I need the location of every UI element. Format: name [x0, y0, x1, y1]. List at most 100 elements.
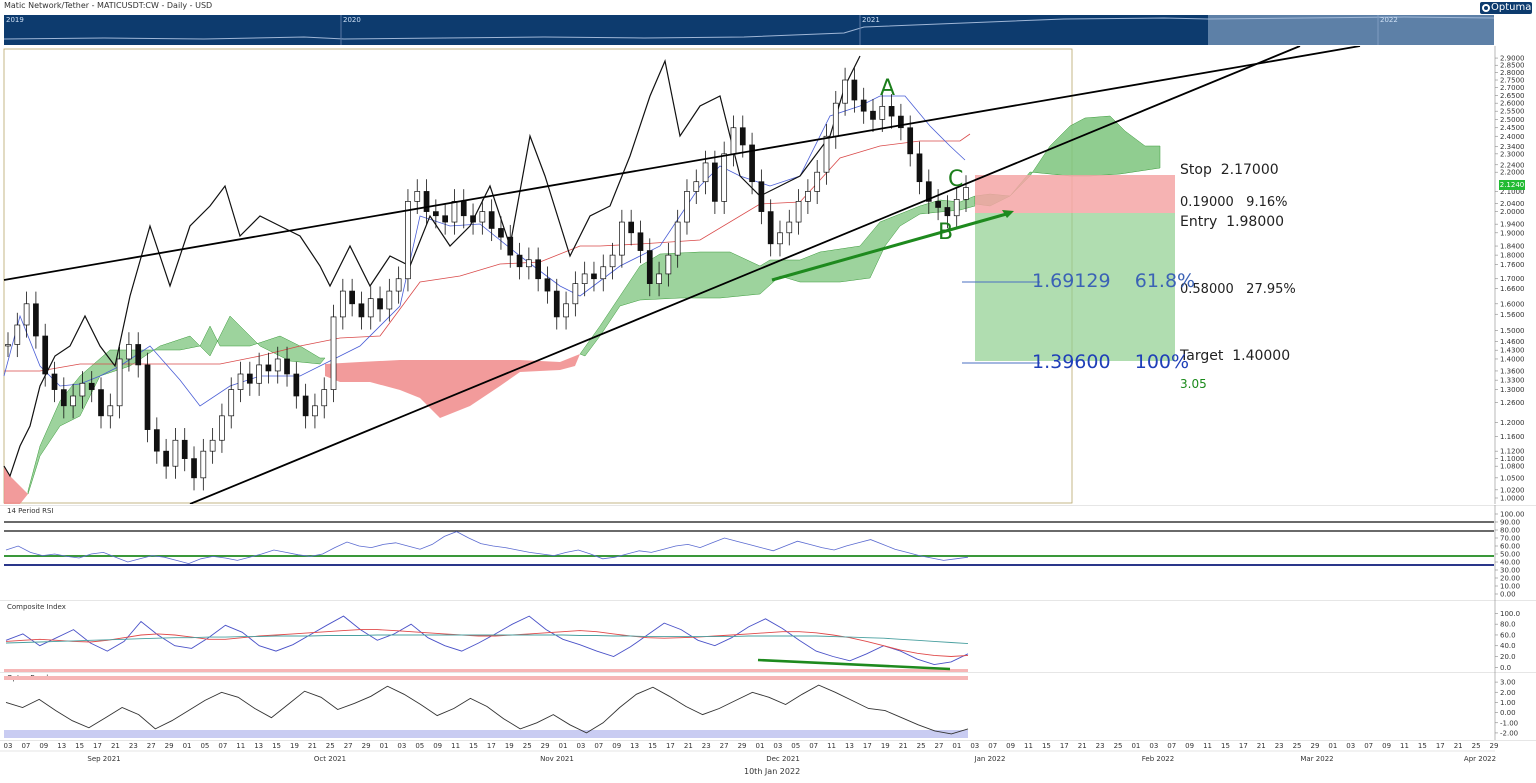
time-tick-label: 23	[702, 742, 711, 750]
time-tick-label: 13	[57, 742, 66, 750]
time-tick-label: 01	[559, 742, 568, 750]
candle-body	[553, 290, 560, 318]
time-month-label: Dec 2021	[766, 755, 800, 763]
candle-body	[274, 358, 281, 372]
candle-body	[870, 110, 876, 120]
candle-body	[916, 153, 923, 183]
optex-bands-pane[interactable]: 3.00 2.00 1.00 0.00 -1.00 -2.00	[0, 672, 1536, 740]
time-tick-label: 03	[970, 742, 979, 750]
candle-body	[628, 221, 635, 234]
risk-percent: 9.16%	[1246, 195, 1288, 210]
wave-label-a: A	[880, 76, 896, 101]
candle-body	[395, 278, 402, 292]
optex-tick-label: 3.00	[1500, 679, 1516, 687]
price-tick-label: 1.8000	[1500, 252, 1525, 260]
price-tick-label: 1.4600	[1500, 338, 1525, 346]
price-tick-label: 1.3300	[1500, 377, 1525, 385]
time-tick-label: 03	[1346, 742, 1355, 750]
time-tick-label: 07	[594, 742, 603, 750]
time-tick-label: 29	[541, 742, 550, 750]
time-tick-label: 01	[1131, 742, 1140, 750]
time-tick-label: 01	[380, 742, 389, 750]
stop-loss-zone	[975, 175, 1175, 213]
time-tick-label: 09	[612, 742, 621, 750]
time-tick-label: 01	[755, 742, 764, 750]
optuma-logo-icon	[1482, 4, 1490, 12]
price-tick-label: 1.9000	[1500, 229, 1525, 237]
time-tick-label: 11	[236, 742, 245, 750]
composite-tick-label: 100.0	[1500, 610, 1520, 618]
candle-body	[739, 127, 746, 146]
time-tick-label: 05	[791, 742, 800, 750]
time-tick-label: 07	[21, 742, 30, 750]
reward-risk-ratio: 3.05	[1180, 377, 1207, 391]
candle-body	[79, 382, 86, 397]
price-tick-label: 1.0800	[1500, 463, 1525, 471]
rsi-pane[interactable]: 100.0090.0080.0070.0060.0050.0040.0030.0…	[0, 505, 1536, 600]
candle-body	[730, 127, 737, 155]
composite-index-pane[interactable]: 100.0 80.0 60.0 40.0 20.0 0.0	[0, 600, 1536, 672]
candle-body	[414, 191, 421, 202]
candle-body	[963, 187, 969, 200]
time-tick-label: 07	[809, 742, 818, 750]
entry-value: 1.98000	[1226, 214, 1285, 230]
candle-body	[246, 373, 253, 384]
time-tick-label: 03	[4, 742, 13, 750]
time-tick-label: 11	[1203, 742, 1212, 750]
candle-body	[498, 228, 504, 238]
price-tick-label: 2.5500	[1500, 108, 1525, 116]
candle-body	[637, 232, 644, 251]
candle-body	[712, 162, 718, 202]
price-tick-label: 2.3000	[1500, 150, 1525, 158]
candle-body	[470, 215, 476, 223]
overview-navigator[interactable]: 2019 2020 2021 2022	[4, 15, 1494, 45]
time-tick-label: 21	[308, 742, 317, 750]
optex-tick-label: 0.00	[1500, 709, 1516, 717]
time-tick-label: 19	[505, 742, 514, 750]
candle-body	[181, 439, 188, 459]
composite-tick-label: 20.0	[1500, 653, 1516, 661]
optex-tick-label: 1.00	[1500, 699, 1516, 707]
time-tick-label: 09	[1006, 742, 1015, 750]
price-tick-label: 1.0000	[1500, 495, 1525, 503]
candle-body	[451, 201, 458, 223]
price-tick-label: 2.5000	[1500, 116, 1525, 124]
time-tick-label: 13	[254, 742, 263, 750]
price-tick-label: 1.9400	[1500, 221, 1525, 229]
time-tick-label: 29	[738, 742, 747, 750]
time-tick-label: 17	[666, 742, 675, 750]
entry-annotation: Entry 1.98000	[1180, 214, 1284, 230]
candle-body	[646, 250, 653, 284]
time-tick-label: 15	[75, 742, 84, 750]
price-chart[interactable]: 2.90002.85002.80002.75002.70002.65002.60…	[0, 46, 1536, 504]
time-tick-label: 15	[469, 742, 478, 750]
time-tick-label: 25	[326, 742, 335, 750]
time-tick-label: 07	[1167, 742, 1176, 750]
overview-selection-window[interactable]	[1208, 15, 1494, 45]
time-tick-label: 21	[899, 742, 908, 750]
candle-body	[851, 79, 858, 101]
composite-divergence-line	[757, 658, 951, 671]
time-tick-label: 09	[39, 742, 48, 750]
time-month-label: Oct 2021	[314, 755, 346, 763]
candle-body	[823, 135, 830, 173]
time-tick-label: 29	[362, 742, 371, 750]
fib-618-percent: 61.8%	[1134, 270, 1196, 292]
time-tick-label: 09	[1185, 742, 1194, 750]
time-tick-label: 17	[487, 742, 496, 750]
candle-body	[42, 335, 49, 375]
price-tick-label: 1.4300	[1500, 347, 1525, 355]
candle-body	[107, 405, 114, 417]
candle-body	[330, 316, 337, 390]
candle-body	[209, 439, 216, 452]
candle-body	[312, 405, 318, 417]
fib-618-annotation: 1.69129 61.8%	[1032, 270, 1195, 292]
composite-tick-label: 80.0	[1500, 621, 1516, 629]
candle-body	[60, 389, 67, 407]
time-axis[interactable]: 03 07 09 13 15 17 21 23 27 29 01 05 07 11 13 15 19 21 25 27…	[0, 740, 1536, 766]
fib-100-percent: 100%	[1134, 351, 1190, 373]
rsi-tick-label: 40.00	[1500, 559, 1520, 567]
price-tick-label: 2.0000	[1500, 208, 1525, 216]
candle-body	[349, 290, 355, 305]
candle-body	[591, 273, 597, 280]
